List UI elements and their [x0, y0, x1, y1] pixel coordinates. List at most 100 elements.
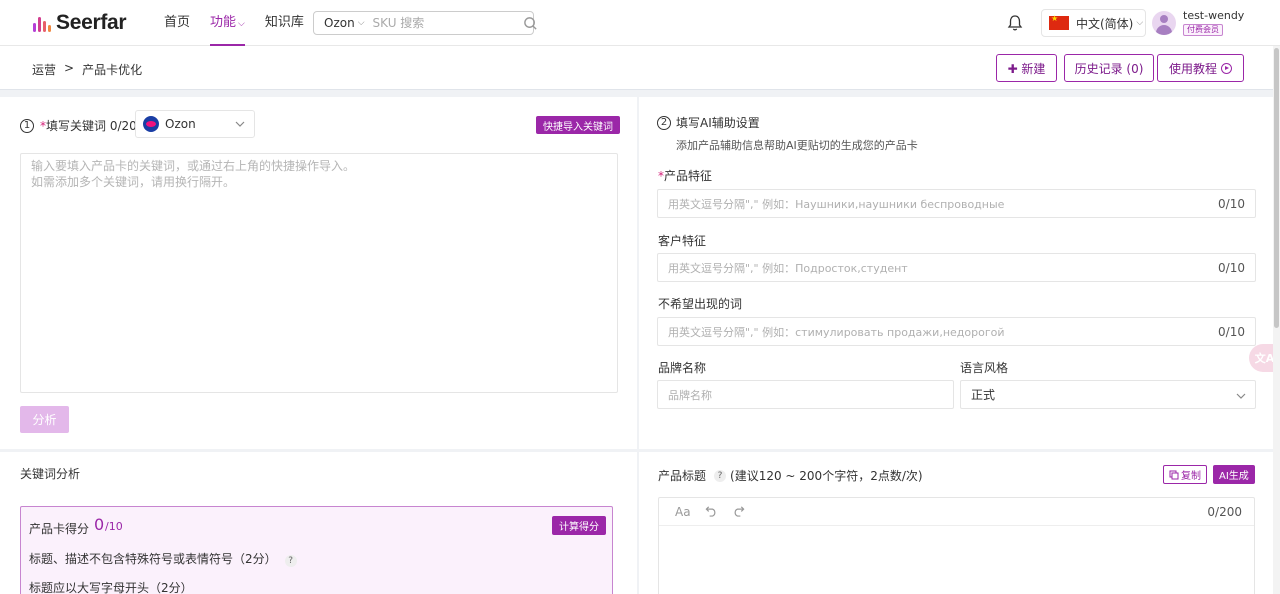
score-max: /10: [105, 520, 123, 533]
play-icon: [1221, 62, 1232, 74]
sku-search: Ozon ⌵: [313, 11, 537, 35]
brand-name-input[interactable]: 品牌名称: [657, 380, 954, 409]
font-case-icon[interactable]: Aa: [675, 505, 691, 519]
breadcrumb-parent[interactable]: 运营: [32, 61, 56, 78]
copy-icon: [1169, 470, 1179, 479]
product-title-editor[interactable]: Aa 0/200: [658, 497, 1255, 594]
language-label: 中文(简体): [1076, 16, 1134, 31]
rule-item: 标题、描述不包含特殊符号或表情符号（2分）?: [29, 550, 297, 567]
logo-bars-icon: [33, 14, 51, 32]
product-title-header: 产品标题 ? (建议120 ~ 200个字符，2点数/次): [658, 467, 923, 484]
ai-settings-subtitle: 添加产品辅助信息帮助AI更贴切的生成您的产品卡: [676, 139, 918, 152]
brand-name: Seerfar: [56, 11, 127, 34]
bell-icon[interactable]: [1006, 14, 1024, 35]
copy-button[interactable]: 复制: [1163, 465, 1207, 484]
product-title-panel: 产品标题 ? (建议120 ~ 200个字符，2点数/次) 复制 AI生成 Aa…: [639, 452, 1273, 594]
platform-label: Ozon: [165, 117, 196, 131]
ozon-logo-icon: [143, 116, 159, 132]
page-header: 运营 > 产品卡优化 ✚ 新建 历史记录 (0) 使用教程: [0, 46, 1280, 90]
tutorial-label: 使用教程: [1168, 61, 1217, 76]
customer-features-label: 客户特征: [658, 234, 707, 248]
chevron-down-icon: ⌵: [1136, 18, 1144, 28]
nav-item-knowledge[interactable]: 知识库: [265, 0, 304, 46]
keywords-textarea[interactable]: [20, 153, 618, 393]
undo-icon[interactable]: [705, 504, 718, 520]
step-number: 1: [20, 118, 34, 133]
chevron-down-icon: ⌵: [357, 18, 365, 28]
keywords-header: 1 *填写关键词 0/20: [20, 117, 137, 134]
language-style-value: 正式: [971, 388, 996, 402]
top-navbar: Seerfar 首页 功能⌵ 知识库 Ozon⌵ 中文(简体)⌵ test-we…: [0, 0, 1280, 46]
language-style-select[interactable]: 正式: [960, 380, 1256, 409]
keywords-panel: 1 *填写关键词 0/20 Ozon 快捷导入关键词 分析: [0, 97, 637, 449]
nav-item-features[interactable]: 功能 ⌵: [210, 0, 245, 46]
chevron-down-icon: [234, 118, 246, 133]
scrollbar-thumb[interactable]: [1274, 48, 1279, 328]
keyword-analysis-title: 关键词分析: [20, 467, 81, 481]
customer-features-placeholder: 用英文逗号分隔"," 例如：Подросток,студент: [668, 261, 908, 275]
breadcrumb: 运营 > 产品卡优化: [32, 61, 142, 78]
product-features-input[interactable]: 用英文逗号分隔"," 例如：Наушники,наушники беспрово…: [657, 189, 1256, 218]
chevron-down-icon: ⌵: [238, 19, 245, 29]
language-style-label: 语言风格: [960, 361, 1009, 375]
history-button[interactable]: 历史记录 (0): [1064, 54, 1154, 82]
member-badge: 付费会员: [1183, 24, 1223, 36]
unwanted-words-label: 不希望出现的词: [658, 297, 743, 311]
china-flag-icon: [1049, 14, 1069, 30]
score-card: 产品卡得分 0 /10 计算得分 标题、描述不包含特殊符号或表情符号（2分）? …: [20, 506, 613, 594]
nav-label: 知识库: [264, 15, 304, 30]
avatar[interactable]: [1152, 11, 1176, 35]
platform-select[interactable]: Ozon: [135, 110, 255, 138]
tutorial-button[interactable]: 使用教程: [1157, 54, 1244, 82]
ai-settings-header: 2 填写AI辅助设置: [657, 114, 760, 131]
chevron-down-icon: [1235, 390, 1247, 405]
main-nav: 首页 功能 ⌵ 知识库: [164, 0, 304, 46]
search-platform-label: Ozon: [324, 16, 355, 30]
product-features-counter: 0/10: [1218, 197, 1245, 211]
calculate-score-button[interactable]: 计算得分: [552, 516, 606, 535]
analyze-button[interactable]: 分析: [20, 406, 69, 433]
score-value: 0: [94, 515, 105, 534]
keywords-label: *填写关键词 0/20: [40, 117, 137, 134]
step-number: 2: [657, 115, 671, 130]
keyword-analysis-panel: 关键词分析 产品卡得分 0 /10 计算得分 标题、描述不包含特殊符号或表情符号…: [0, 452, 637, 594]
product-title-hint: (建议120 ~ 200个字符，2点数/次): [730, 469, 923, 483]
product-features-label: *产品特征: [658, 169, 713, 183]
copy-label: 复制: [1181, 471, 1201, 482]
brand-name-label: 品牌名称: [658, 361, 707, 375]
editor-toolbar: Aa 0/200: [659, 498, 1254, 526]
language-select[interactable]: 中文(简体)⌵: [1041, 9, 1146, 37]
customer-features-counter: 0/10: [1218, 261, 1245, 275]
username[interactable]: test-wendy: [1183, 9, 1244, 22]
nav-item-home[interactable]: 首页: [164, 0, 190, 46]
new-button[interactable]: ✚ 新建: [996, 54, 1057, 82]
customer-features-input[interactable]: 用英文逗号分隔"," 例如：Подросток,студент 0/10: [657, 253, 1256, 282]
help-icon[interactable]: ?: [714, 469, 727, 482]
unwanted-words-placeholder: 用英文逗号分隔"," 例如：стимулировать продажи,недо…: [668, 325, 1005, 339]
rule-item: 标题应以大写字母开头（2分）: [29, 579, 193, 594]
ai-settings-panel: 2 填写AI辅助设置 添加产品辅助信息帮助AI更贴切的生成您的产品卡 *产品特征…: [639, 97, 1273, 449]
search-platform-select[interactable]: Ozon ⌵: [314, 12, 365, 34]
nav-label: 功能: [210, 15, 237, 30]
brand-logo[interactable]: Seerfar: [33, 11, 127, 35]
product-title-counter: 0/200: [1207, 505, 1242, 519]
help-icon[interactable]: ?: [284, 555, 297, 567]
rule-text: 标题应以大写字母开头（2分）: [29, 581, 193, 594]
score-label: 产品卡得分: [29, 522, 90, 536]
redo-icon[interactable]: [732, 504, 745, 520]
unwanted-words-input[interactable]: 用英文逗号分隔"," 例如：стимулировать продажи,недо…: [657, 317, 1256, 346]
rule-text: 标题、描述不包含特殊符号或表情符号（2分）: [29, 552, 277, 566]
keywords-label-text: 填写关键词 0/20: [46, 119, 137, 133]
unwanted-words-counter: 0/10: [1218, 325, 1245, 339]
breadcrumb-separator: >: [64, 61, 75, 75]
product-title-label: 产品标题: [658, 469, 707, 483]
nav-label: 首页: [164, 15, 191, 30]
ai-generate-button[interactable]: AI生成: [1213, 465, 1255, 484]
brand-name-placeholder: 品牌名称: [668, 388, 712, 402]
search-icon[interactable]: [523, 12, 538, 34]
ai-settings-title: 填写AI辅助设置: [676, 116, 760, 130]
search-input[interactable]: [364, 13, 523, 33]
breadcrumb-current: 产品卡优化: [82, 63, 143, 77]
quick-import-button[interactable]: 快捷导入关键词: [536, 116, 620, 134]
product-features-placeholder: 用英文逗号分隔"," 例如：Наушники,наушники беспрово…: [668, 197, 1005, 211]
